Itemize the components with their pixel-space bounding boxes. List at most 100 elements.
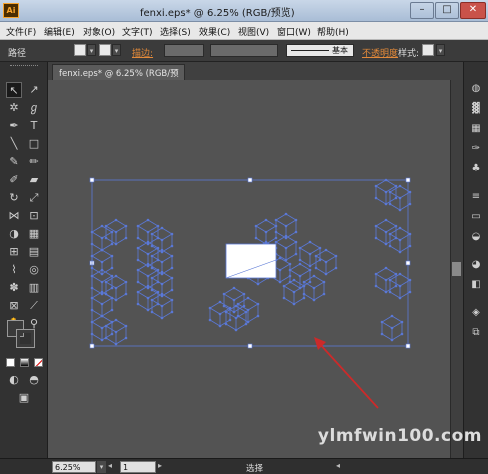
rectangle-tool-icon[interactable]: □ (26, 136, 42, 152)
stroke-label[interactable]: 描边: (132, 46, 153, 59)
style-swatch[interactable] (422, 44, 434, 56)
color-panel-icon[interactable]: ◍ (468, 82, 484, 96)
menu-type[interactable]: 文字(T) (122, 25, 153, 38)
pencil-tool-icon[interactable]: ✏ (26, 154, 42, 170)
eraser-tool-icon[interactable]: ▰ (26, 172, 42, 188)
blend-tool-icon[interactable]: ◎ (26, 262, 42, 278)
magic-wand-tool-icon[interactable]: ✲ (6, 100, 22, 116)
scale-tool-icon[interactable]: ⤢ (26, 190, 42, 206)
color-guide-icon[interactable]: ▓ (468, 102, 484, 116)
style-label: 样式: (398, 49, 420, 59)
stroke-panel-icon[interactable]: ≡ (468, 190, 484, 204)
app-logo: Ai (3, 3, 19, 18)
maximize-button[interactable]: □ (435, 2, 459, 19)
annotation-arrow (314, 337, 379, 409)
selection-tool-icon[interactable]: ↖ (6, 82, 22, 98)
status-bar: 6.25% ▾ ◂ 1 ▸ 选择 ◂ (0, 458, 488, 474)
mesh-tool-icon[interactable]: ⊞ (6, 244, 22, 260)
layers-panel-icon[interactable]: ◈ (468, 306, 484, 320)
stroke-weight-field[interactable] (164, 44, 204, 57)
variable-width-field[interactable] (210, 44, 278, 57)
first-artboard-icon[interactable]: ◂ (108, 461, 112, 470)
white-rectangle[interactable] (225, 243, 277, 279)
title-bar: Ai fenxi.eps* @ 6.25% (RGB/预览) – □ ✕ (0, 0, 488, 22)
perspective-grid-tool-icon[interactable]: ▦ (26, 226, 42, 242)
stroke-swatch[interactable] (99, 44, 111, 56)
draw-inside-icon[interactable]: ◓ (26, 372, 42, 388)
current-tool-label: 选择 (246, 464, 264, 474)
graphic-styles-icon[interactable]: ◧ (468, 278, 484, 292)
fill-swatch[interactable] (74, 44, 86, 56)
menu-edit[interactable]: 编辑(E) (44, 25, 75, 38)
type-tool-icon[interactable]: T (26, 118, 42, 134)
tools-panel: ↖ ↗ ✲ ℊ ✒ T ╲ □ ✎ ✏ ✐ ▰ ↻ ⤢ ⋈ ⊡ ◑ ▦ ⊞ ▤ … (0, 62, 48, 458)
zoom-dropdown-icon[interactable]: ▾ (97, 461, 106, 473)
stroke-line-preview (291, 50, 329, 51)
building-group-right[interactable] (374, 178, 412, 342)
symbols-panel-icon[interactable]: ♣ (468, 162, 484, 176)
watermark: ylmfwin100.com (317, 426, 482, 446)
direct-selection-tool-icon[interactable]: ↗ (26, 82, 42, 98)
zoom-field[interactable]: 6.25% (52, 461, 96, 473)
free-transform-tool-icon[interactable]: ⊡ (26, 208, 42, 224)
building-group-left[interactable] (90, 218, 128, 346)
menu-object[interactable]: 对象(O) (83, 25, 115, 38)
artwork (89, 177, 412, 409)
menu-window[interactable]: 窗口(W) (277, 25, 311, 38)
eyedropper-tool-icon[interactable]: ⌇ (6, 262, 22, 278)
color-mode-icon[interactable] (6, 358, 15, 367)
gradient-panel-icon[interactable]: ▭ (468, 210, 484, 224)
pen-tool-icon[interactable]: ✒ (6, 118, 22, 134)
next-artboard-icon[interactable]: ▸ (158, 461, 162, 470)
path-label: 路径 (8, 49, 27, 59)
screen-mode-icon[interactable]: ▣ (16, 390, 32, 406)
opacity-label[interactable]: 不透明度 (362, 46, 398, 59)
document-tab[interactable]: fenxi.eps* @ 6.25% (RGB/预览) (52, 64, 185, 91)
menu-effect[interactable]: 效果(C) (199, 25, 230, 38)
menu-select[interactable]: 选择(S) (160, 25, 191, 38)
line-tool-icon[interactable]: ╲ (6, 136, 22, 152)
window-title: fenxi.eps* @ 6.25% (RGB/预览) (140, 8, 295, 19)
symbol-sprayer-tool-icon[interactable]: ✽ (6, 280, 22, 296)
minimize-button[interactable]: – (410, 2, 434, 19)
canvas[interactable] (48, 80, 450, 458)
artboard-number-field[interactable]: 1 (120, 461, 156, 473)
draw-normal-icon[interactable]: ◐ (6, 372, 22, 388)
brushes-panel-icon[interactable]: ✑ (468, 142, 484, 156)
swatches-panel-icon[interactable]: ▦ (468, 122, 484, 136)
panel-dock: ◍ ▓ ▦ ✑ ♣ ≡ ▭ ◒ ◕ ◧ ◈ ⧉ (463, 62, 488, 458)
shape-builder-tool-icon[interactable]: ◑ (6, 226, 22, 242)
stroke-style-label: 基本 (332, 46, 348, 55)
gradient-mode-icon[interactable] (20, 358, 29, 367)
artboards-panel-icon[interactable]: ⧉ (468, 326, 484, 340)
gradient-tool-icon[interactable]: ▤ (26, 244, 42, 260)
rotate-tool-icon[interactable]: ↻ (6, 190, 22, 206)
paintbrush-tool-icon[interactable]: ✎ (6, 154, 22, 170)
stroke-dropdown[interactable]: ▾ (112, 44, 121, 56)
stroke-color-icon[interactable] (16, 329, 35, 348)
scroll-left-icon[interactable]: ◂ (336, 461, 340, 470)
step-blocks[interactable] (208, 286, 260, 332)
column-graph-tool-icon[interactable]: ▥ (26, 280, 42, 296)
menu-view[interactable]: 视图(V) (238, 25, 269, 38)
artboard-tool-icon[interactable]: ⊠ (6, 298, 22, 314)
tower-building[interactable] (136, 218, 174, 320)
blob-brush-tool-icon[interactable]: ✐ (6, 172, 22, 188)
document-tab-bar: fenxi.eps* @ 6.25% (RGB/预览) (48, 62, 463, 91)
menu-help[interactable]: 帮助(H) (317, 25, 349, 38)
menu-bar: 文件(F) 编辑(E) 对象(O) 文字(T) 选择(S) 效果(C) 视图(V… (0, 22, 488, 40)
vertical-scroll-thumb[interactable] (452, 262, 461, 276)
close-button[interactable]: ✕ (460, 2, 486, 19)
slice-tool-icon[interactable]: ⟋ (26, 298, 42, 314)
control-bar: 路径 ▾ ▾ 描边: 基本 不透明度 样式: ▾ (0, 40, 488, 62)
width-tool-icon[interactable]: ⋈ (6, 208, 22, 224)
menu-file[interactable]: 文件(F) (6, 25, 36, 38)
style-dropdown[interactable]: ▾ (436, 44, 445, 56)
lasso-tool-icon[interactable]: ℊ (26, 100, 42, 116)
none-mode-icon[interactable] (34, 358, 43, 367)
toolbar-grip[interactable] (10, 65, 38, 68)
transparency-panel-icon[interactable]: ◒ (468, 230, 484, 244)
brush-stroke-field[interactable]: 基本 (286, 44, 354, 57)
fill-dropdown[interactable]: ▾ (87, 44, 96, 56)
appearance-panel-icon[interactable]: ◕ (468, 258, 484, 272)
